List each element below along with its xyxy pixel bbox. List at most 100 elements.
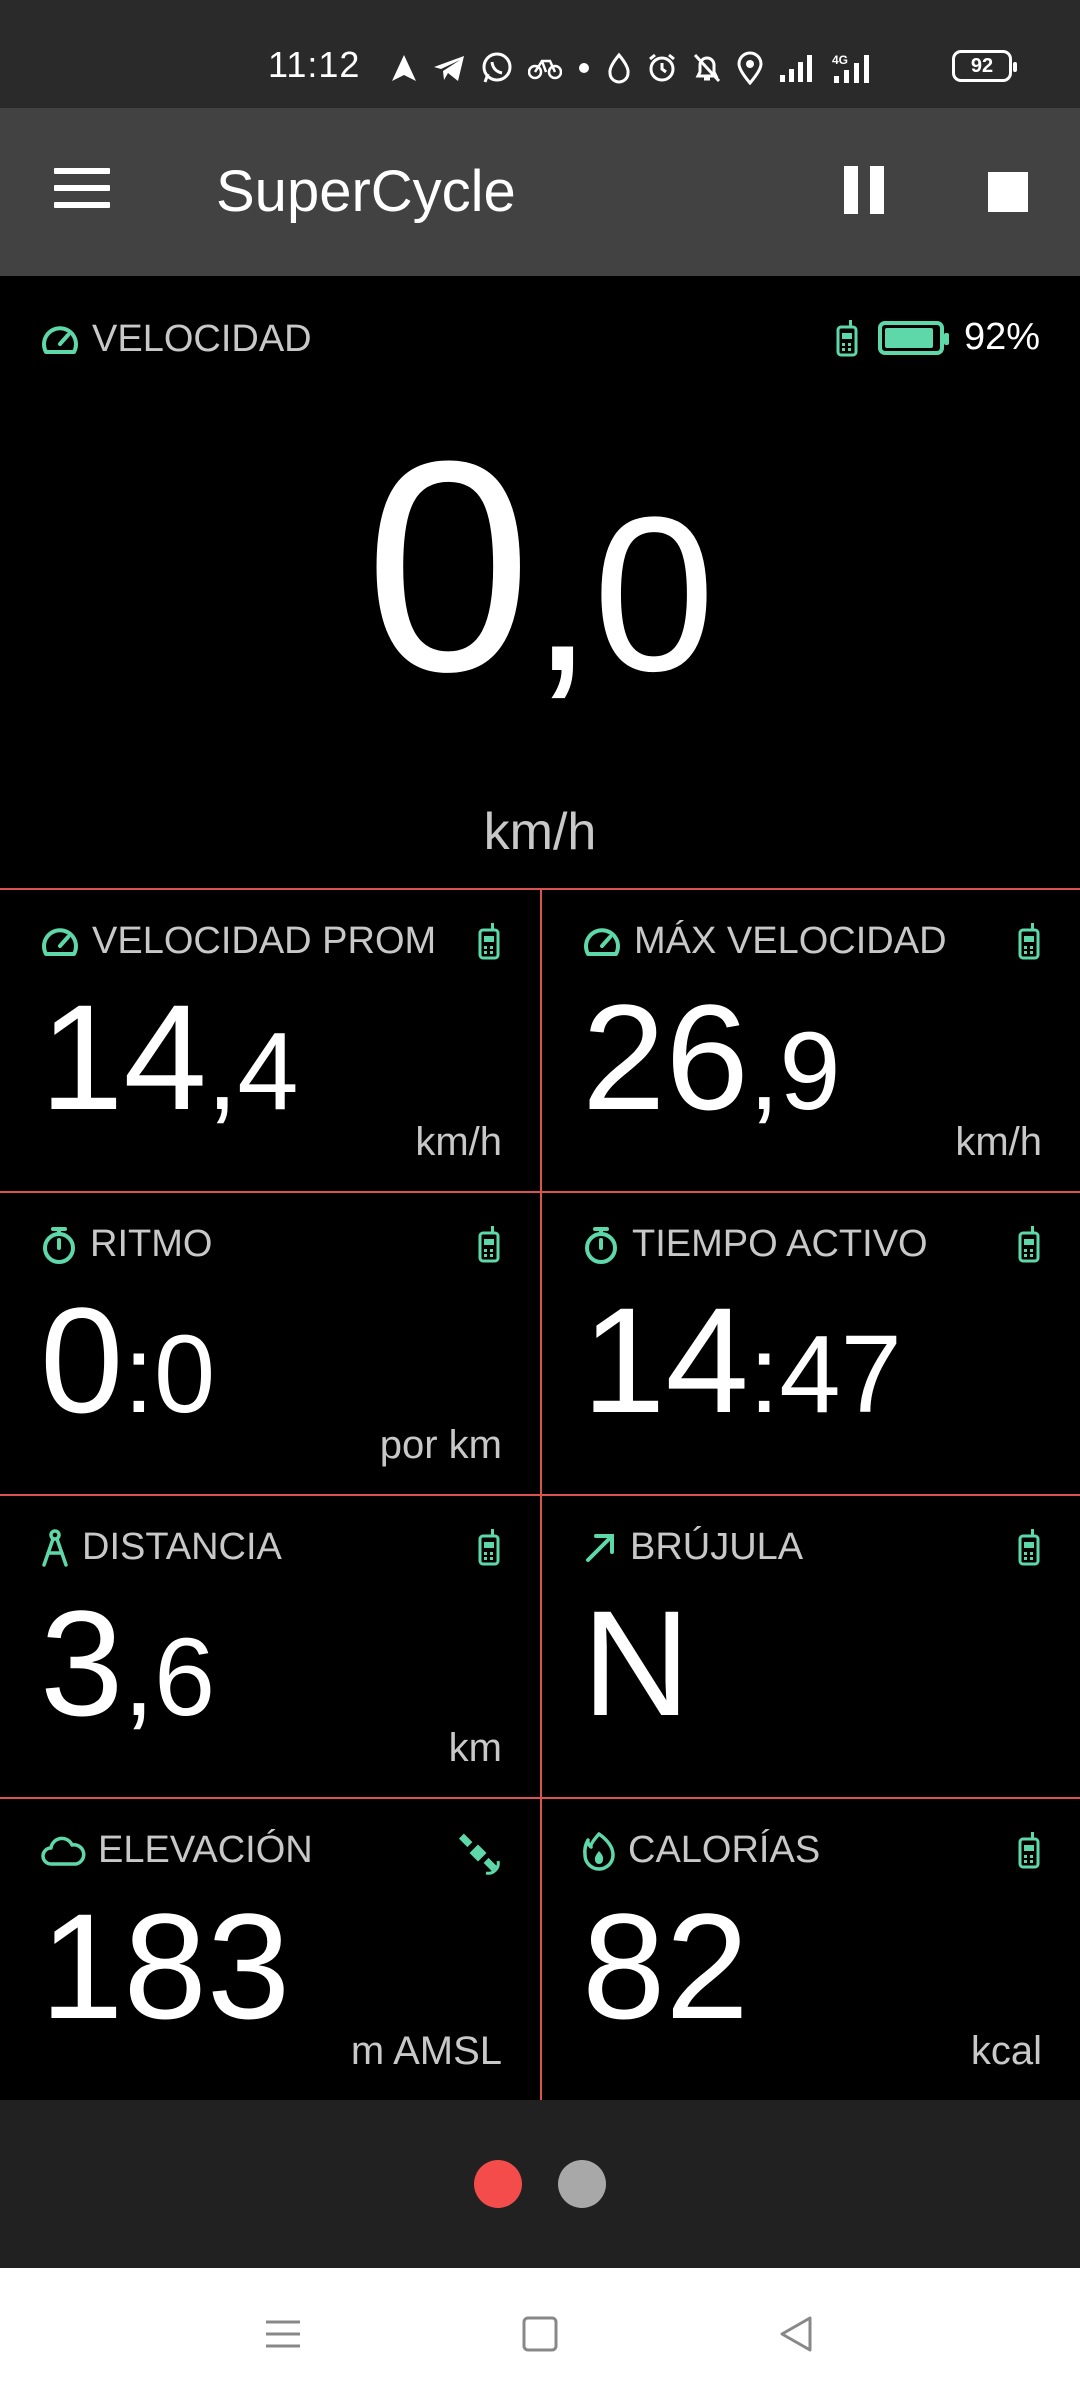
metric-tile[interactable]: DISTANCIA 3,6 km	[0, 1496, 540, 1799]
metric-value-int: 82	[582, 1882, 749, 2050]
back-icon[interactable]	[772, 2310, 822, 2358]
metric-label: RITMO	[90, 1223, 213, 1265]
metric-source	[1018, 1831, 1040, 1874]
speed-value: 0,0	[0, 416, 1080, 716]
whatsapp-icon	[482, 52, 512, 83]
speed-status: 92%	[836, 316, 1040, 359]
metric-unit: m AMSL	[350, 2029, 502, 2073]
metric-label-row: BRÚJULA	[582, 1526, 982, 1569]
telegram-icon	[434, 56, 464, 81]
metric-label-row: RITMO	[40, 1223, 440, 1266]
metric-source	[1018, 922, 1040, 965]
metric-label: TIEMPO ACTIVO	[632, 1223, 928, 1265]
page-dot-inactive[interactable]	[558, 2160, 606, 2208]
satellite-icon	[458, 1833, 500, 1875]
status-icons: 4G	[390, 46, 876, 90]
metric-tile[interactable]: CALORÍAS 82 kcal	[540, 1799, 1080, 2102]
metric-tile[interactable]: ELEVACIÓN 183 m AMSL	[0, 1799, 540, 2102]
metric-unit: kcal	[970, 2029, 1042, 2073]
phone-icon	[836, 319, 858, 356]
phone-icon	[478, 923, 500, 960]
metric-value-int: 26	[582, 973, 749, 1141]
metric-value: 26,9	[582, 982, 841, 1132]
speed-value-dec: ,0	[531, 471, 716, 717]
metric-value-int: 0	[40, 1276, 124, 1444]
phone-icon	[478, 1529, 500, 1566]
metric-value: 183	[40, 1891, 290, 2041]
system-nav-bar	[0, 2268, 1080, 2400]
phone-icon	[1018, 923, 1040, 960]
stop-icon[interactable]	[988, 172, 1028, 212]
metric-label: VELOCIDAD PROM	[92, 920, 437, 962]
metric-label: ELEVACIÓN	[98, 1829, 313, 1871]
app-bar: SuperCycle	[0, 108, 1080, 276]
metric-tile[interactable]: RITMO 0:0 por km	[0, 1193, 540, 1496]
metric-label-row: MÁX VELOCIDAD	[582, 920, 982, 963]
compass-drawing-icon	[42, 1528, 68, 1567]
metric-value-dec: :47	[748, 1313, 902, 1436]
metric-source	[456, 1831, 500, 1880]
status-time: 11:12	[268, 44, 361, 85]
metric-label: MÁX VELOCIDAD	[634, 920, 947, 962]
home-icon[interactable]	[515, 2310, 565, 2358]
metric-value-dec: :0	[123, 1313, 216, 1436]
signal-icon	[780, 55, 812, 82]
metric-source	[1018, 1225, 1040, 1268]
dot-icon	[579, 63, 589, 73]
flame-icon	[583, 1831, 615, 1871]
metric-unit: km/h	[415, 1120, 502, 1164]
metric-unit: por km	[379, 1423, 502, 1467]
metric-label-row: DISTANCIA	[40, 1526, 440, 1569]
stopwatch-icon	[585, 1226, 617, 1264]
metric-label-row: ELEVACIÓN	[40, 1829, 440, 1872]
app-title: SuperCycle	[216, 159, 516, 224]
metric-tile[interactable]: BRÚJULA N	[540, 1496, 1080, 1799]
status-bar: 11:12 4G 92	[0, 0, 1080, 108]
recent-apps-icon[interactable]	[258, 2310, 308, 2358]
metric-label: BRÚJULA	[630, 1526, 804, 1568]
pause-icon[interactable]	[842, 166, 886, 214]
metric-value-int: 183	[40, 1882, 291, 2050]
stopwatch-icon	[43, 1226, 75, 1264]
metric-tile[interactable]: VELOCIDAD PROM 14,4 km/h	[0, 890, 540, 1193]
metric-source	[478, 1528, 500, 1571]
metric-unit: km/h	[955, 1120, 1042, 1164]
metric-source	[478, 1225, 500, 1268]
signal-4g-icon: 4G	[832, 53, 869, 83]
metric-value-dec: ,6	[123, 1616, 216, 1739]
speedometer-icon	[584, 927, 620, 956]
page-indicator	[0, 2100, 1080, 2268]
drop-icon	[608, 52, 630, 84]
phone-icon	[1018, 1832, 1040, 1869]
metric-value: 3,6	[40, 1588, 215, 1738]
alarm-icon	[649, 53, 675, 82]
speedometer-icon	[42, 927, 78, 956]
speed-label: VELOCIDAD	[92, 318, 312, 360]
metrics-grid: VELOCIDAD PROM 14,4 km/h MÁX VELOCIDAD 26,9 k…	[0, 888, 1080, 2102]
metric-value-int: 14	[582, 1276, 749, 1444]
speed-unit: km/h	[483, 803, 597, 861]
metric-value: 0:0	[40, 1285, 215, 1435]
metric-tile[interactable]: MÁX VELOCIDAD 26,9 km/h	[540, 890, 1080, 1193]
menu-icon[interactable]	[54, 168, 114, 214]
metric-value-int: N	[582, 1579, 691, 1747]
phone-icon	[478, 1226, 500, 1263]
page-dot-active[interactable]	[474, 2160, 522, 2208]
metric-tile[interactable]: TIEMPO ACTIVO 14:47	[540, 1193, 1080, 1496]
metric-value: 14:47	[582, 1285, 902, 1435]
speed-value-int: 0	[364, 398, 532, 734]
metric-value-int: 14	[40, 973, 207, 1141]
metric-source	[478, 922, 500, 965]
status-battery-icon: 92	[952, 50, 1017, 82]
metric-value-dec: ,4	[206, 1010, 299, 1133]
svg-text:4G: 4G	[832, 53, 848, 67]
metric-value: 14,4	[40, 982, 299, 1132]
metric-value-dec: ,9	[748, 1010, 841, 1133]
metric-label: CALORÍAS	[628, 1829, 821, 1871]
device-battery-icon	[877, 320, 949, 355]
metric-value: 82	[582, 1891, 749, 2041]
speed-panel[interactable]: VELOCIDAD 92% 0,0 km/h	[0, 276, 1080, 888]
speedometer-icon	[42, 325, 78, 354]
metric-label-row: CALORÍAS	[582, 1829, 982, 1872]
bell-off-icon	[693, 53, 721, 83]
